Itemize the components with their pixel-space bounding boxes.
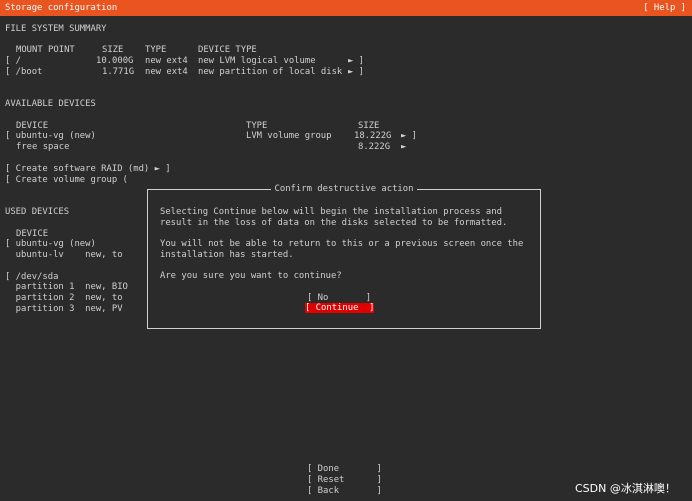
avail-row-device: free space (16, 142, 70, 152)
dialog-title: Confirm destructive action (270, 184, 418, 194)
fs-row-size: 1.771G (102, 67, 135, 77)
fs-col-device-type: DEVICE TYPE (198, 45, 257, 55)
avail-col-type: TYPE (246, 121, 268, 131)
fs-row-size: 10.000G (96, 56, 134, 66)
fs-col-type: TYPE (145, 45, 167, 55)
dialog-text-line-4: installation has started. (160, 250, 294, 260)
fs-row-mount: [ / (5, 56, 22, 66)
fs-summary-heading: FILE SYSTEM SUMMARY (5, 24, 107, 34)
confirm-dialog: Confirm destructive action Selecting Con… (147, 184, 541, 329)
create-raid-button[interactable]: [ Create software RAID (md) ► ] (5, 164, 171, 174)
done-button[interactable]: [ Done ] (307, 464, 382, 474)
avail-row-device: [ ubuntu-vg (new) (5, 131, 96, 141)
used-row-ubuntu-vg[interactable]: [ ubuntu-vg (new) (5, 239, 96, 249)
fs-row-mount: [ /boot (5, 67, 43, 77)
avail-row-type: LVM volume group (246, 131, 332, 141)
avail-row-size: 8.222G (358, 142, 391, 152)
avail-col-size: SIZE (358, 121, 380, 131)
page-title: Storage configuration (5, 3, 118, 13)
fs-row-menu-arrow[interactable]: ► ] (348, 56, 364, 66)
available-devices-heading: AVAILABLE DEVICES (5, 99, 96, 109)
avail-row-menu-arrow[interactable]: ► (401, 142, 406, 152)
used-row-dev-sda[interactable]: [ /dev/sda (5, 272, 58, 282)
used-row-ubuntu-lv[interactable]: ubuntu-lv new, to (5, 250, 123, 260)
reset-button[interactable]: [ Reset ] (307, 475, 382, 485)
used-row-partition-3[interactable]: partition 3 new, PV (5, 304, 123, 314)
fs-row-menu-arrow[interactable]: ► ] (348, 67, 364, 77)
fs-col-mount-point: MOUNT POINT (16, 45, 75, 55)
back-button[interactable]: [ Back ] (307, 486, 382, 496)
no-button[interactable]: [ No ] (307, 293, 371, 303)
avail-col-device: DEVICE (16, 121, 49, 131)
fs-row-device-type: new partition of local disk (198, 67, 343, 77)
help-button[interactable]: [ Help ] (643, 3, 686, 13)
used-devices-heading: USED DEVICES (5, 207, 70, 217)
csdn-watermark: CSDN @冰淇淋噢！ (575, 482, 676, 495)
dialog-text-line-2: result in the loss of data on the disks … (160, 218, 508, 228)
fs-col-size: SIZE (102, 45, 124, 55)
avail-row-size: 18.222G (354, 131, 392, 141)
fs-row-type: new ext4 (145, 67, 188, 77)
dialog-question: Are you sure you want to continue? (160, 271, 342, 281)
dialog-text-line-1: Selecting Continue below will begin the … (160, 207, 502, 217)
continue-button[interactable]: [ Continue ] (305, 303, 375, 313)
used-row-partition-2[interactable]: partition 2 new, to (5, 293, 123, 303)
avail-row-menu-arrow[interactable]: ► ] (401, 131, 417, 141)
used-row-partition-1[interactable]: partition 1 new, BIO (5, 282, 128, 292)
dialog-text-line-3: You will not be able to return to this o… (160, 239, 524, 249)
create-volume-group-button[interactable]: [ Create volume group ( (5, 175, 128, 185)
used-col-device: DEVICE (16, 229, 49, 239)
fs-row-device-type: new LVM logical volume (198, 56, 316, 66)
fs-row-type: new ext4 (145, 56, 188, 66)
header-bar: Storage configuration [ Help ] (0, 0, 692, 16)
